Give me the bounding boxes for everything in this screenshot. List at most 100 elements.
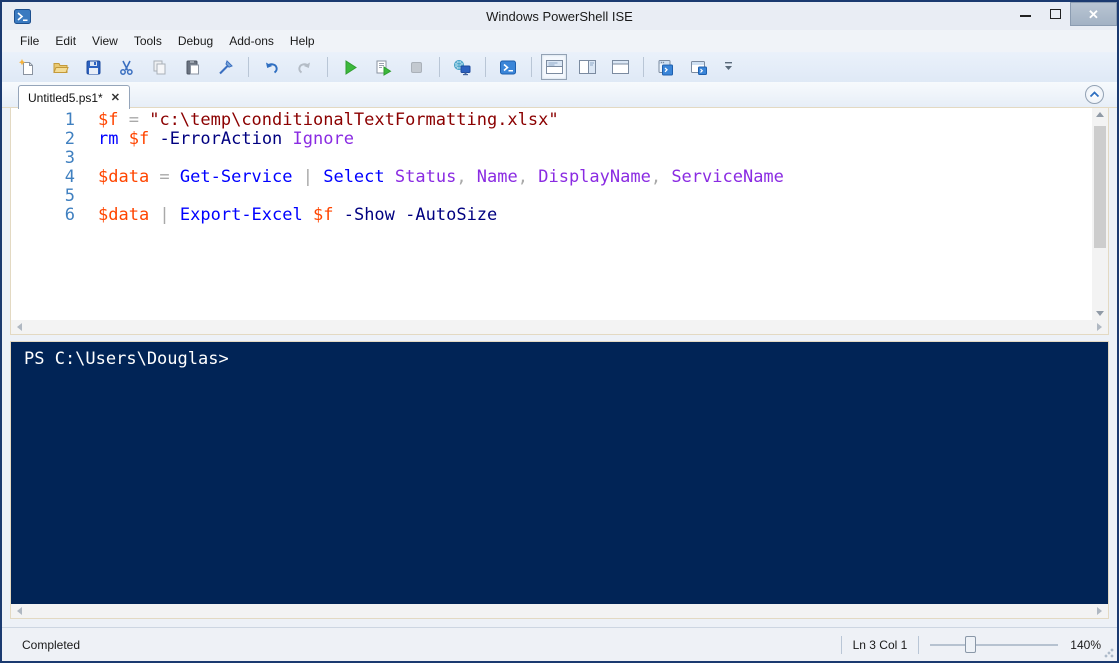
show-script-pane-top-button[interactable] (541, 54, 567, 80)
run-selection-icon (376, 60, 391, 76)
toolbar-overflow-icon (724, 62, 732, 70)
new-remote-powershell-tab-button[interactable] (449, 54, 475, 80)
open-folder-icon (52, 62, 69, 73)
close-button[interactable]: ✕ (1070, 2, 1117, 26)
tab-untitled5[interactable]: Untitled5.ps1* ✕ (18, 85, 130, 109)
editor-vertical-scrollbar[interactable] (1092, 108, 1108, 320)
zoom-slider-thumb[interactable] (964, 635, 976, 653)
save-button[interactable] (80, 54, 106, 80)
copy-icon (153, 60, 165, 74)
toolbar-overflow-button[interactable] (721, 54, 735, 80)
editor-vertical-scrollbar-thumb[interactable] (1094, 126, 1106, 248)
menu-bar: File Edit View Tools Debug Add-ons Help (2, 30, 1117, 52)
show-script-pane-right-button[interactable] (574, 54, 600, 80)
clear-console-icon (218, 59, 233, 74)
menu-help[interactable]: Help (282, 31, 323, 51)
open-script-button[interactable] (47, 54, 73, 80)
resize-grip-icon[interactable] (1104, 648, 1114, 658)
new-script-button[interactable] (14, 54, 40, 80)
start-powershell-button[interactable] (495, 54, 521, 80)
scroll-left-icon[interactable] (17, 607, 22, 615)
toolbar-separator (248, 57, 249, 77)
new-remote-powershell-tab-icon (454, 59, 471, 75)
start-powershell-exe-button[interactable] (686, 54, 712, 80)
copy-button[interactable] (146, 54, 172, 80)
stop-button[interactable] (403, 54, 429, 80)
code-line: 2 rm $f -ErrorAction Ignore (11, 130, 1092, 149)
show-script-pane-maximized-button[interactable] (607, 54, 633, 80)
undo-button[interactable] (258, 54, 284, 80)
scroll-up-icon[interactable] (1096, 112, 1104, 117)
console-horizontal-scrollbar[interactable] (11, 604, 1108, 618)
statusbar-separator (840, 635, 842, 654)
menu-addons[interactable]: Add-ons (221, 31, 282, 51)
stop-icon (410, 61, 422, 73)
menu-file[interactable]: File (12, 31, 47, 51)
chevron-up-icon (1089, 91, 1100, 98)
status-bar: Completed Ln 3 Col 1 140% (2, 627, 1117, 661)
close-icon: ✕ (1088, 6, 1099, 22)
statusbar-separator (918, 635, 920, 654)
toolbar-separator (531, 57, 532, 77)
toolbar-separator (485, 57, 486, 77)
maximize-button[interactable] (1040, 2, 1070, 24)
code-line: 4 $data = Get-Service | Select Status, Na… (11, 168, 1092, 187)
main-area: 1 $f = "c:\temp\conditionalTextFormatting… (10, 108, 1109, 619)
minimize-icon (1019, 15, 1031, 17)
line-number: 4 (64, 167, 75, 187)
new-powershell-tab-button[interactable] (653, 54, 679, 80)
code-line: 5 (11, 187, 1092, 206)
line-number: 5 (64, 186, 75, 206)
menu-edit[interactable]: Edit (47, 31, 84, 51)
new-script-icon (18, 58, 33, 75)
menu-view[interactable]: View (84, 31, 126, 51)
cut-button[interactable] (113, 54, 139, 80)
line-number: 3 (64, 148, 75, 168)
code-line: 6 $data | Export-Excel $f -Show -AutoSize (11, 206, 1092, 225)
status-text: Completed (22, 637, 81, 652)
tab-bar: Untitled5.ps1* ✕ (2, 82, 1117, 109)
zoom-slider[interactable] (930, 635, 1059, 654)
show-script-pane-top-icon (545, 60, 563, 74)
zoom-level: 140% (1070, 637, 1101, 652)
scroll-right-icon[interactable] (1097, 607, 1102, 615)
redo-icon (297, 62, 310, 73)
console-input-area[interactable]: PS C:\Users\Douglas> (11, 342, 1108, 604)
menu-tools[interactable]: Tools (126, 31, 170, 51)
scroll-left-icon[interactable] (17, 323, 22, 331)
clear-console-button[interactable] (212, 54, 238, 80)
editor-horizontal-scrollbar[interactable] (11, 320, 1108, 334)
scroll-right-icon[interactable] (1097, 323, 1102, 331)
paste-button[interactable] (179, 54, 205, 80)
line-number: 6 (64, 205, 75, 225)
cut-scissors-icon (119, 60, 133, 75)
menu-debug[interactable]: Debug (170, 31, 221, 51)
minimize-button[interactable] (1010, 2, 1040, 24)
collapse-script-pane-button[interactable] (1085, 85, 1104, 104)
line-number: 2 (64, 129, 75, 149)
show-script-pane-maximized-icon (611, 60, 629, 74)
scroll-down-icon[interactable] (1096, 311, 1104, 316)
start-powershell-exe-icon (691, 60, 707, 75)
window-title: Windows PowerShell ISE (486, 8, 633, 24)
toolbar-separator (327, 57, 328, 77)
tab-label: Untitled5.ps1* (28, 90, 103, 105)
cursor-position: Ln 3 Col 1 (852, 637, 908, 652)
toolbar (2, 52, 1117, 82)
code-line: 1 $f = "c:\temp\conditionalTextFormatting… (11, 111, 1092, 130)
redo-button[interactable] (291, 54, 317, 80)
toolbar-separator (643, 57, 644, 77)
zoom-slider-track[interactable] (930, 643, 1059, 646)
code-line: 3 (11, 149, 1092, 168)
save-icon (86, 60, 100, 74)
title-bar: Windows PowerShell ISE ✕ (2, 2, 1117, 30)
undo-icon (265, 62, 278, 73)
run-script-button[interactable] (337, 54, 363, 80)
toolbar-separator (439, 57, 440, 77)
paste-clipboard-icon (186, 59, 199, 74)
console-prompt: PS C:\Users\Douglas> (24, 349, 229, 369)
run-selection-button[interactable] (370, 54, 396, 80)
tab-close-icon[interactable]: ✕ (111, 91, 120, 104)
code-lines[interactable]: 1 $f = "c:\temp\conditionalTextFormatting… (11, 108, 1092, 320)
line-number: 1 (64, 110, 75, 130)
